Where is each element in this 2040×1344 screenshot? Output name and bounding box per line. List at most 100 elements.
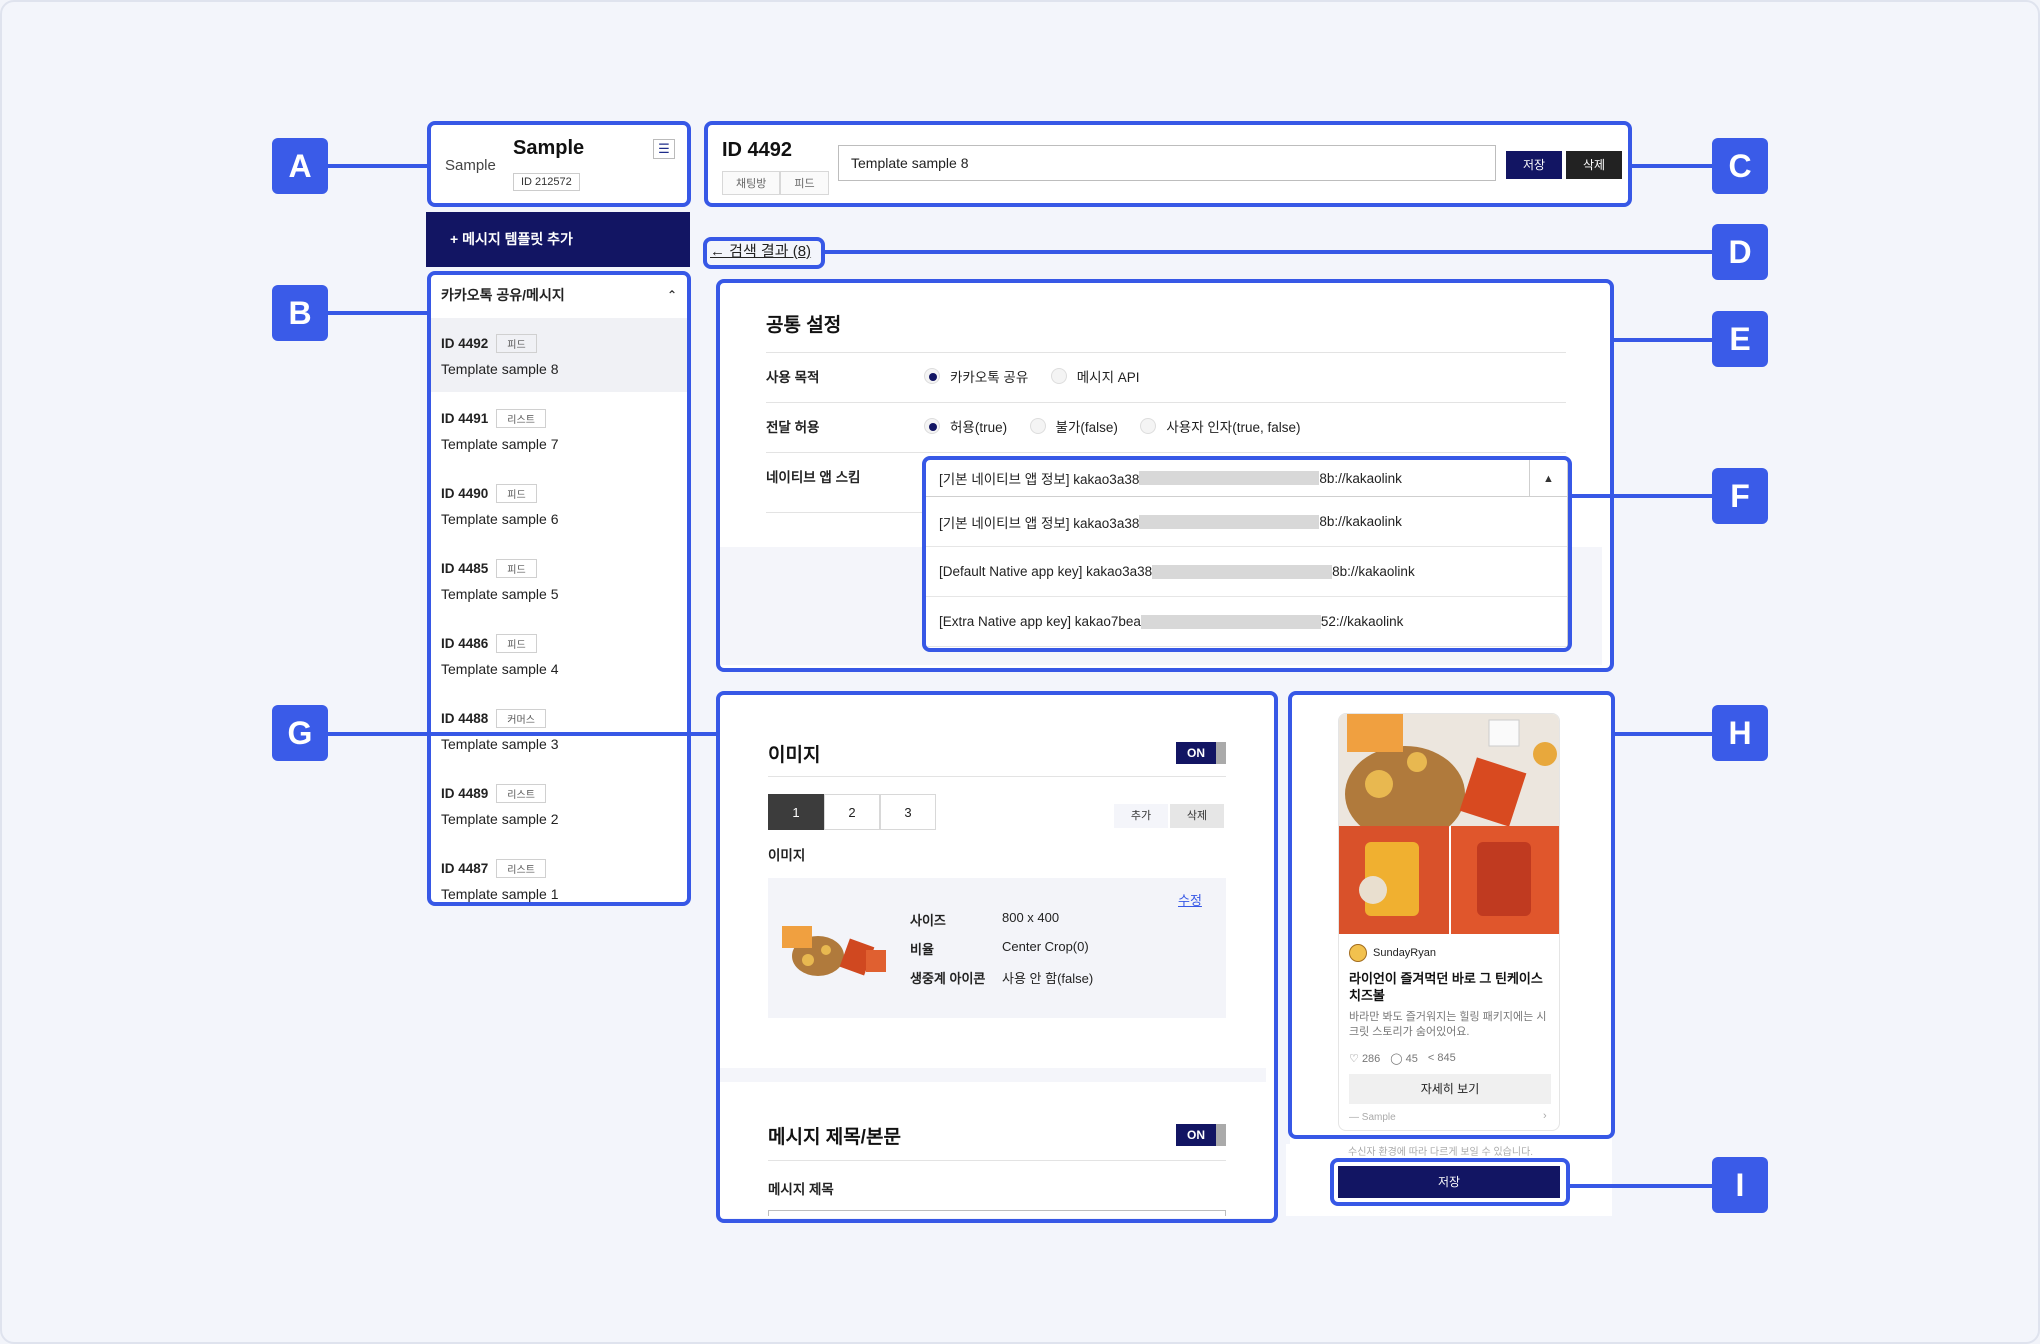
template-list-item[interactable]: ID 4492 피드 Template sample 8 bbox=[429, 317, 689, 392]
radio-empty-icon bbox=[1140, 418, 1157, 434]
native-scheme-option[interactable]: [기본 네이티브 앱 정보] kakao3a38 8b://kakaolink bbox=[925, 497, 1567, 547]
template-list-item[interactable]: ID 4489 리스트 Template sample 2 bbox=[429, 767, 689, 842]
template-meta-tabs: 채팅방 피드 bbox=[722, 171, 829, 195]
radio-selected-icon bbox=[924, 368, 940, 384]
template-list-item[interactable]: ID 4490 피드 Template sample 6 bbox=[429, 467, 689, 542]
spec-value: Center Crop(0) bbox=[1002, 939, 1089, 954]
template-type-tag: 커머스 bbox=[496, 709, 546, 728]
radio-selected-icon bbox=[924, 418, 940, 434]
image-section-title: 이미지 bbox=[768, 745, 821, 766]
preview-save-button[interactable]: 저장 bbox=[1338, 1166, 1560, 1198]
forward-option-user[interactable]: 사용자 인자(true, false) bbox=[1140, 416, 1300, 436]
purpose-option-api[interactable]: 메시지 API bbox=[1050, 366, 1140, 386]
template-list-item[interactable]: ID 4487 리스트 Template sample 1 bbox=[429, 842, 689, 917]
add-template-button[interactable]: + 메시지 템플릿 추가 bbox=[426, 212, 690, 267]
purpose-option-share[interactable]: 카카오톡 공유 bbox=[924, 366, 1028, 386]
native-scheme-option[interactable]: [Default Native app key] kakao3a38 8b://k… bbox=[925, 547, 1567, 597]
template-name-input[interactable] bbox=[838, 145, 1496, 181]
list-icon[interactable]: ☰ bbox=[653, 139, 675, 159]
callout-g: G bbox=[272, 705, 328, 761]
delete-button[interactable]: 삭제 bbox=[1566, 151, 1622, 179]
common-settings-title: 공통 설정 bbox=[766, 315, 842, 336]
forward-option-true[interactable]: 허용(true) bbox=[924, 416, 1007, 436]
message-title-label: 메시지 제목 bbox=[768, 1182, 834, 1197]
connector-h bbox=[1615, 732, 1712, 736]
template-list-item[interactable]: ID 4485 피드 Template sample 5 bbox=[429, 542, 689, 617]
share-icon: < bbox=[1427, 1052, 1435, 1064]
divider bbox=[768, 776, 1226, 777]
edit-image-link[interactable]: 수정 bbox=[1178, 890, 1202, 909]
spec-value: 사용 안 함(false) bbox=[1002, 971, 1094, 986]
template-list-header[interactable]: 카카오톡 공유/메시지 ⌃ bbox=[429, 273, 689, 317]
template-list-item[interactable]: ID 4488 커머스 Template sample 3 bbox=[429, 692, 689, 767]
template-type-tag: 피드 bbox=[496, 634, 537, 653]
connector-e bbox=[1614, 338, 1712, 342]
callout-c: C bbox=[1712, 138, 1768, 194]
image-spec-row: 비율 Center Crop(0) bbox=[910, 939, 1093, 958]
template-item-id: ID 4489 리스트 bbox=[441, 784, 677, 803]
message-preview-card: SundayRyan 라이언이 즐겨먹던 바로 그 틴케이스 치즈볼 바라만 봐… bbox=[1338, 713, 1560, 1131]
callout-i: I bbox=[1712, 1157, 1768, 1213]
chevron-right-icon: › bbox=[1543, 1110, 1547, 1122]
like-count: ♡ 286 bbox=[1349, 1053, 1381, 1065]
comment-icon: ◯ bbox=[1390, 1053, 1403, 1065]
masked-key bbox=[1140, 614, 1321, 629]
radio-empty-icon bbox=[1029, 418, 1046, 434]
connector-d bbox=[825, 250, 1712, 254]
connector-i bbox=[1570, 1184, 1712, 1188]
preview-detail-button[interactable]: 자세히 보기 bbox=[1349, 1074, 1551, 1104]
save-button[interactable]: 저장 bbox=[1506, 151, 1562, 179]
comment-count: ◯ 45 bbox=[1390, 1053, 1418, 1065]
divider bbox=[766, 402, 1566, 403]
image-card: 수정 사이즈 800 x 400 비율 Center Crop(0) 생중계 아이콘 사용… bbox=[768, 878, 1226, 1018]
template-list-item[interactable]: ID 4491 리스트 Template sample 7 bbox=[429, 392, 689, 467]
template-item-id: ID 4492 피드 bbox=[441, 334, 677, 353]
delete-image-button[interactable]: 삭제 bbox=[1170, 804, 1224, 828]
preview-profile-name: SundayRyan bbox=[1373, 947, 1436, 959]
back-to-results-link[interactable]: ← 검색 결과 (8) bbox=[710, 240, 811, 261]
image-page-1[interactable]: 1 bbox=[768, 794, 824, 830]
preview-social-counts: ♡ 286 ◯ 45 < 845 bbox=[1349, 1052, 1456, 1065]
message-title-input[interactable] bbox=[768, 1210, 1226, 1216]
radio-empty-icon bbox=[1050, 368, 1067, 384]
forward-radio-group: 허용(true) 불가(false) 사용자 인자(true, false) bbox=[924, 416, 1318, 439]
content-settings: 이미지 ON 1 2 3 추가 삭제 이미지 수정 사이즈 800 x 400 비율… bbox=[720, 694, 1274, 1218]
image-spec-row: 사이즈 800 x 400 bbox=[910, 910, 1093, 929]
image-sub-title: 이미지 bbox=[768, 848, 806, 863]
template-list-item[interactable]: ID 4486 피드 Template sample 4 bbox=[429, 617, 689, 692]
project-header: Sample Sample ID 212572 ☰ bbox=[429, 123, 689, 205]
add-image-button[interactable]: 추가 bbox=[1114, 804, 1168, 828]
preview-description: 바라만 봐도 즐거워지는 힐링 패키지에는 시크릿 스토리가 숨어있어요. bbox=[1349, 1011, 1547, 1038]
image-page-3[interactable]: 3 bbox=[880, 794, 936, 830]
preview-profile: SundayRyan bbox=[1349, 944, 1436, 962]
chevron-up-icon[interactable]: ⌃ bbox=[667, 288, 677, 302]
spec-key: 사이즈 bbox=[910, 913, 946, 928]
project-id-tag: ID 212572 bbox=[513, 173, 580, 191]
meta-tab-feed: 피드 bbox=[780, 171, 829, 195]
message-toggle[interactable]: ON bbox=[1176, 1124, 1226, 1146]
purpose-radio-group: 카카오톡 공유 메시지 API bbox=[924, 366, 1158, 389]
image-toggle[interactable]: ON bbox=[1176, 742, 1226, 764]
template-type-tag: 리스트 bbox=[496, 859, 546, 878]
forward-option-false[interactable]: 불가(false) bbox=[1029, 416, 1118, 436]
template-item-id: ID 4487 리스트 bbox=[441, 859, 677, 878]
template-item-id: ID 4485 피드 bbox=[441, 559, 677, 578]
image-page-2[interactable]: 2 bbox=[824, 794, 880, 830]
native-scheme-select[interactable]: [기본 네이티브 앱 정보] kakao3a38 8b://kakaolink … bbox=[924, 459, 1568, 498]
native-scheme-label: 네이티브 앱 스킴 bbox=[766, 470, 861, 485]
template-header: ID 4492 채팅방 피드 저장 삭제 bbox=[706, 123, 1630, 205]
template-type-tag: 리스트 bbox=[496, 409, 546, 428]
meta-tab-chatroom: 채팅방 bbox=[722, 171, 781, 195]
preview-source: — Sample bbox=[1349, 1112, 1396, 1123]
divider bbox=[766, 452, 1566, 453]
caret-up-icon[interactable]: ▲ bbox=[1529, 460, 1567, 498]
masked-key bbox=[1139, 471, 1320, 485]
image-spec-list: 사이즈 800 x 400 비율 Center Crop(0) 생중계 아이콘 사용 안 … bbox=[910, 910, 1093, 997]
callout-e: E bbox=[1712, 311, 1768, 367]
template-item-name: Template sample 6 bbox=[441, 511, 559, 527]
share-count: < 845 bbox=[1427, 1052, 1456, 1064]
connector-c bbox=[1632, 164, 1712, 168]
template-item-id: ID 4490 피드 bbox=[441, 484, 677, 503]
divider bbox=[768, 1160, 1226, 1161]
native-scheme-option[interactable]: [Extra Native app key] kakao7bea 52://kak… bbox=[925, 597, 1567, 647]
